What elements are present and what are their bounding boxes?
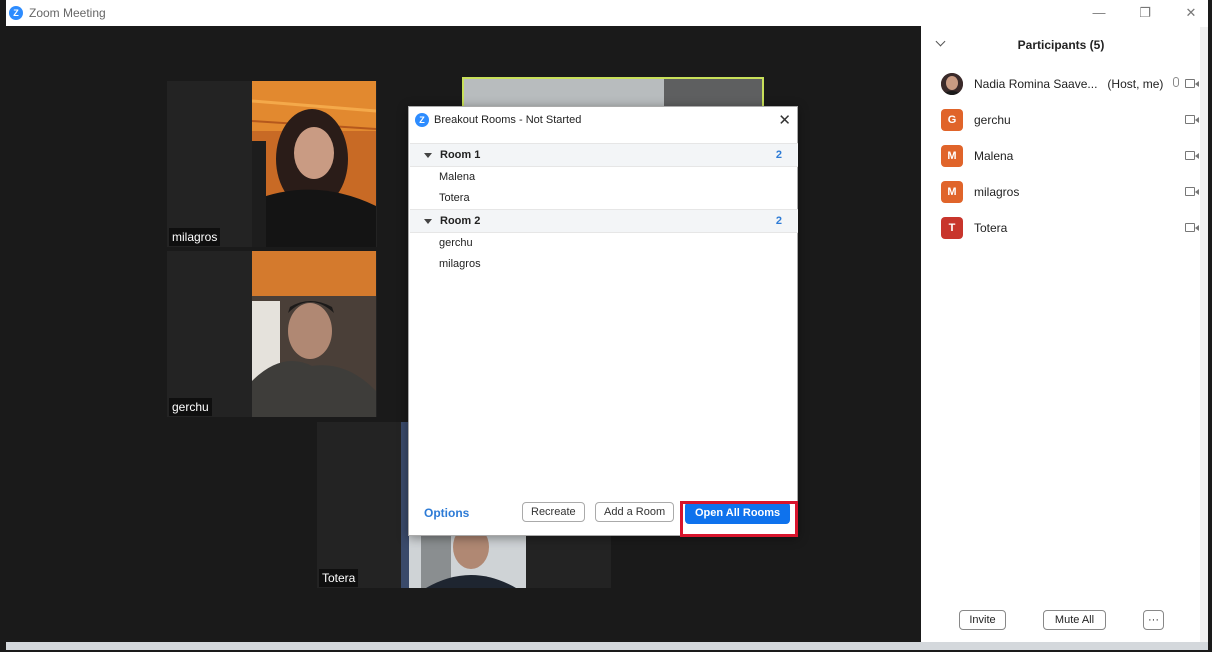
video-camera-icon[interactable] <box>1185 79 1199 89</box>
participants-panel: Participants (5) Nadia Romina Saave... (… <box>921 26 1208 642</box>
dialog-header: Z Breakout Rooms - Not Started ✕ <box>409 107 797 133</box>
recreate-button[interactable]: Recreate <box>522 502 585 522</box>
room-name: Room 2 <box>440 215 481 227</box>
video-tile-milagros[interactable]: milagros <box>167 81 377 247</box>
avatar: T <box>941 217 963 239</box>
video-tile-gerchu[interactable]: gerchu <box>167 251 377 417</box>
zoom-logo-icon: Z <box>9 6 23 20</box>
add-room-button[interactable]: Add a Room <box>595 502 675 522</box>
participant-row[interactable]: G gerchu <box>941 108 1199 132</box>
participant-name: Totera <box>974 221 1008 235</box>
participant-row[interactable]: T Totera <box>941 216 1199 240</box>
minimize-button[interactable]: — <box>1090 4 1108 22</box>
room-member[interactable]: gerchu <box>410 233 798 254</box>
video-name-label: gerchu <box>169 398 212 416</box>
video-camera-icon[interactable] <box>1185 223 1199 233</box>
close-window-button[interactable]: ✕ <box>1182 4 1200 22</box>
title-bar: Z Zoom Meeting — ❐ ✕ <box>6 0 1208 26</box>
participant-row[interactable]: Nadia Romina Saave... (Host, me) <box>941 72 1199 96</box>
room-count: 2 <box>775 149 782 161</box>
collapse-arrow-icon[interactable] <box>424 218 432 224</box>
more-options-button[interactable]: ··· <box>1143 610 1164 630</box>
room-header-room-1[interactable]: Room 1 2 <box>410 143 798 167</box>
close-icon[interactable]: ✕ <box>778 111 791 129</box>
video-camera-icon[interactable] <box>1185 151 1199 161</box>
participant-row[interactable]: M Malena <box>941 144 1199 168</box>
avatar <box>941 73 963 95</box>
participant-name: Malena <box>974 149 1014 163</box>
participant-role: (Host, me) <box>1107 77 1164 91</box>
microphone-icon[interactable] <box>1173 77 1179 87</box>
participant-row[interactable]: M milagros <box>941 180 1199 204</box>
window-controls: — ❐ ✕ <box>1090 4 1200 22</box>
taskbar-edge <box>6 642 1208 650</box>
mute-all-button[interactable]: Mute All <box>1043 610 1106 630</box>
options-link[interactable]: Options <box>424 506 469 520</box>
video-camera-icon[interactable] <box>1185 115 1199 125</box>
room-header-room-2[interactable]: Room 2 2 <box>410 209 798 233</box>
video-feed <box>252 81 376 247</box>
highlight-box <box>680 501 798 537</box>
rooms-list: Room 1 2 Malena Totera Room 2 2 gerchu m… <box>410 143 798 275</box>
participant-name: Nadia Romina Saave... <box>974 77 1098 91</box>
participant-name: milagros <box>974 185 1020 199</box>
video-feed <box>252 251 376 417</box>
collapse-arrow-icon[interactable] <box>424 152 432 158</box>
video-camera-icon[interactable] <box>1185 187 1199 197</box>
scrollbar[interactable] <box>1200 27 1208 642</box>
video-name-label: Totera <box>319 569 359 587</box>
zoom-logo-icon: Z <box>415 113 429 127</box>
room-member[interactable]: Totera <box>410 188 798 209</box>
avatar: G <box>941 109 963 131</box>
restore-button[interactable]: ❐ <box>1136 4 1154 22</box>
room-count: 2 <box>775 215 782 227</box>
invite-button[interactable]: Invite <box>959 610 1006 630</box>
participants-title: Participants (5) <box>1017 38 1105 52</box>
window-title: Zoom Meeting <box>29 6 106 20</box>
room-member[interactable]: milagros <box>410 254 798 275</box>
room-name: Room 1 <box>440 149 481 161</box>
room-member[interactable]: Malena <box>410 167 798 188</box>
video-name-label: milagros <box>169 228 221 246</box>
avatar: M <box>941 181 963 203</box>
dialog-title: Breakout Rooms - Not Started <box>434 114 582 126</box>
participant-name: gerchu <box>974 113 1011 127</box>
avatar: M <box>941 145 963 167</box>
breakout-rooms-dialog: Z Breakout Rooms - Not Started ✕ Room 1 … <box>408 106 798 536</box>
